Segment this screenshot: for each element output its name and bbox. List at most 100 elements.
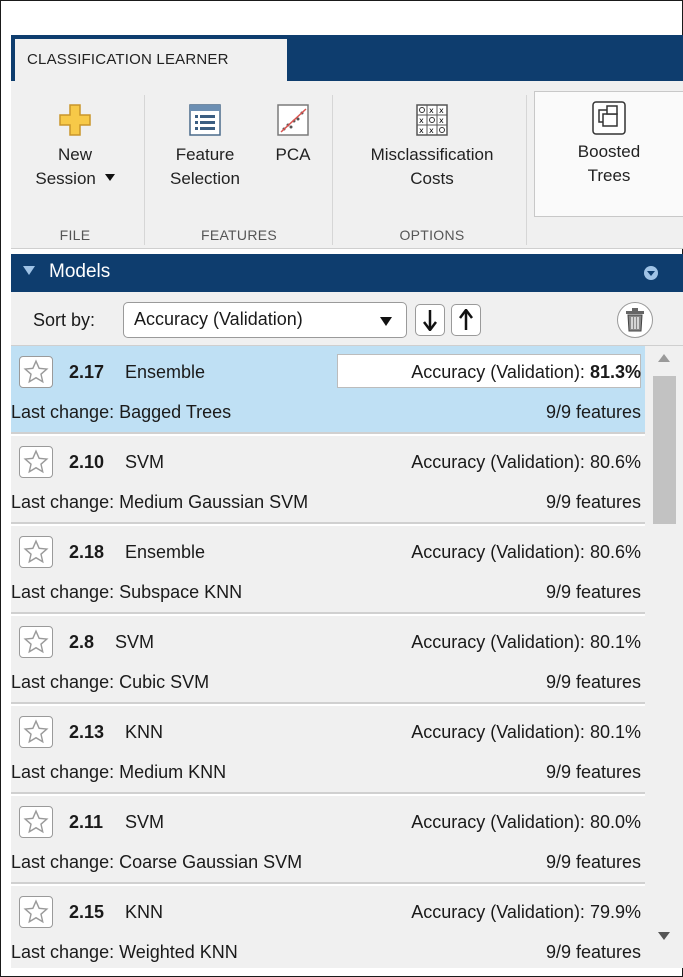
- model-row[interactable]: 2.15 KNN Accuracy (Validation): 79.9% La…: [11, 886, 645, 968]
- last-change: Last change: Subspace KNN: [11, 582, 243, 602]
- model-type: SVM: [115, 632, 155, 652]
- svg-text:x: x: [439, 106, 444, 115]
- misclassification-costs-button[interactable]: xx xx xx Misclassification Costs: [339, 103, 525, 191]
- model-number: 2.13: [69, 722, 105, 742]
- pca-button[interactable]: PCA: [261, 103, 325, 167]
- sort-up-icon: [459, 307, 473, 330]
- model-type: Ensemble: [125, 542, 206, 562]
- model-row[interactable]: 2.11 SVM Accuracy (Validation): 80.0% La…: [11, 796, 645, 884]
- divider: [144, 95, 145, 245]
- accuracy-value: 80.6%: [589, 542, 641, 562]
- last-change: Last change: Medium KNN: [11, 762, 227, 782]
- sort-ascending-button[interactable]: [451, 304, 481, 336]
- model-row[interactable]: 2.10 SVM Accuracy (Validation): 80.6% La…: [11, 436, 645, 524]
- favorite-star-button[interactable]: [19, 356, 53, 388]
- model-number: 2.17: [69, 362, 105, 382]
- chevron-down-icon: [104, 174, 115, 181]
- star-icon: [23, 629, 49, 654]
- favorite-star-button[interactable]: [19, 896, 53, 928]
- panel-menu-icon[interactable]: [644, 266, 658, 280]
- section-options: OPTIONS: [399, 227, 465, 243]
- feature-count: 9/9 features: [545, 492, 641, 512]
- scroll-up-icon[interactable]: [658, 354, 670, 362]
- misclassification-label-1: Misclassification: [370, 145, 494, 164]
- model-type: Ensemble: [125, 362, 206, 382]
- sort-descending-button[interactable]: [415, 304, 445, 336]
- models-panel-header[interactable]: Models: [11, 254, 683, 292]
- model-number: 2.15: [69, 902, 105, 922]
- favorite-star-button[interactable]: [19, 806, 53, 838]
- svg-text:x: x: [439, 116, 444, 125]
- scroll-down-icon[interactable]: [658, 932, 670, 940]
- accuracy-value: 79.9%: [589, 902, 641, 922]
- model-accuracy: Accuracy (Validation): 79.9%: [411, 902, 641, 923]
- model-type: SVM: [125, 452, 165, 472]
- model-type: SVM: [125, 812, 165, 832]
- tab-classification-learner[interactable]: CLASSIFICATION LEARNER: [15, 39, 287, 81]
- accuracy-value: 81.3%: [589, 362, 641, 382]
- toolstrip: New Session FILE Feature Selection PCA F…: [11, 81, 683, 249]
- model-number: 2.10: [69, 452, 105, 472]
- accuracy-value: 80.1%: [589, 632, 641, 652]
- model-accuracy: Accuracy (Validation): 80.1%: [411, 722, 641, 743]
- pca-label: PCA: [275, 145, 311, 164]
- last-change: Last change: Weighted KNN: [11, 942, 238, 962]
- model-number: 2.11: [69, 812, 104, 832]
- sort-down-icon: [423, 310, 437, 333]
- model-accuracy: Accuracy (Validation): 80.1%: [411, 632, 641, 653]
- feature-count: 9/9 features: [545, 582, 641, 602]
- model-type: KNN: [125, 722, 164, 742]
- model-accuracy: Accuracy (Validation): 81.3%: [411, 362, 641, 383]
- boosted-label-2: Trees: [587, 166, 631, 185]
- model-accuracy: Accuracy (Validation): 80.0%: [411, 812, 641, 833]
- model-number: 2.18: [69, 542, 105, 562]
- accuracy-label: Accuracy (Validation):: [411, 632, 585, 652]
- delete-model-button[interactable]: [617, 302, 653, 338]
- new-session-button[interactable]: New Session: [21, 103, 129, 191]
- feature-selection-label-1: Feature: [175, 145, 235, 164]
- app-window: CLASSIFICATION LEARNER New Session FILE: [0, 0, 683, 977]
- model-list-scrollbar[interactable]: [645, 346, 683, 968]
- accuracy-label: Accuracy (Validation):: [411, 722, 585, 742]
- accuracy-label: Accuracy (Validation):: [411, 812, 585, 832]
- chevron-down-icon: [380, 317, 392, 326]
- last-change: Last change: Coarse Gaussian SVM: [11, 852, 303, 872]
- models-title: Models: [49, 261, 111, 282]
- feature-selection-button[interactable]: Feature Selection: [157, 103, 253, 191]
- accuracy-label: Accuracy (Validation):: [411, 542, 585, 562]
- model-type: KNN: [125, 902, 164, 922]
- favorite-star-button[interactable]: [19, 716, 53, 748]
- scrollbar-thumb[interactable]: [653, 376, 676, 524]
- accuracy-label: Accuracy (Validation):: [411, 902, 585, 922]
- new-session-label-2: Session: [35, 169, 96, 188]
- model-list: 2.17 Ensemble Accuracy (Validation): 81.…: [11, 346, 645, 968]
- favorite-star-button[interactable]: [19, 446, 53, 478]
- collapse-triangle-icon[interactable]: [23, 266, 35, 275]
- model-accuracy: Accuracy (Validation): 80.6%: [411, 452, 641, 473]
- accuracy-label: Accuracy (Validation):: [411, 452, 585, 472]
- model-row[interactable]: 2.13 KNN Accuracy (Validation): 80.1% La…: [11, 706, 645, 794]
- model-row[interactable]: 2.17 Ensemble Accuracy (Validation): 81.…: [11, 346, 645, 434]
- svg-text:x: x: [429, 126, 434, 135]
- feature-count: 9/9 features: [545, 942, 641, 962]
- sort-dropdown[interactable]: Accuracy (Validation): [123, 302, 407, 338]
- svg-text:x: x: [419, 116, 424, 125]
- star-icon: [23, 719, 49, 744]
- favorite-star-button[interactable]: [19, 626, 53, 658]
- section-file: FILE: [59, 227, 91, 243]
- divider: [332, 95, 333, 245]
- model-number: 2.8: [69, 632, 95, 652]
- section-features: FEATURES: [200, 227, 278, 243]
- accuracy-value: 80.1%: [589, 722, 641, 742]
- tab-strip: CLASSIFICATION LEARNER: [11, 35, 683, 81]
- accuracy-value: 80.6%: [589, 452, 641, 472]
- trash-icon: [626, 308, 644, 332]
- boosted-trees-button[interactable]: Boosted Trees: [534, 91, 683, 217]
- model-row[interactable]: 2.18 Ensemble Accuracy (Validation): 80.…: [11, 526, 645, 614]
- feature-count: 9/9 features: [545, 402, 641, 422]
- new-session-plus-icon: [59, 104, 91, 136]
- model-row[interactable]: 2.8 SVM Accuracy (Validation): 80.1% Las…: [11, 616, 645, 704]
- favorite-star-button[interactable]: [19, 536, 53, 568]
- feature-count: 9/9 features: [545, 852, 641, 872]
- boosted-label-1: Boosted: [577, 142, 641, 161]
